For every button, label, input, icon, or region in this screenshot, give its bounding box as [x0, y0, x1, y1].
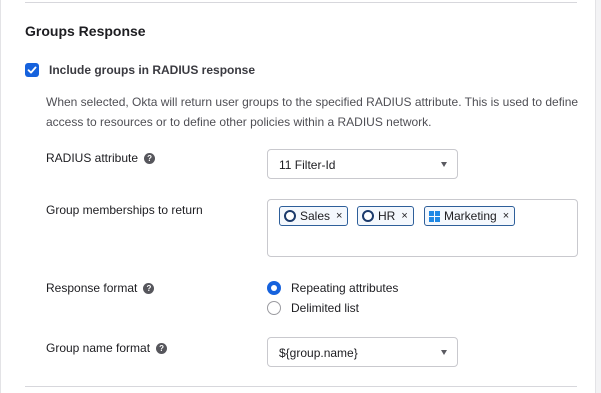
response-format-label: Response format — [46, 281, 138, 295]
group-chip-hr[interactable]: HR × — [357, 206, 414, 226]
top-divider — [25, 2, 577, 3]
okta-group-icon — [284, 210, 296, 222]
chevron-down-icon — [441, 162, 447, 167]
include-groups-help-text: When selected, Okta will return user gro… — [46, 95, 579, 129]
group-chip-label: Sales — [300, 209, 331, 223]
radio-repeating-attributes[interactable] — [267, 281, 281, 295]
group-name-format-label: Group name format — [46, 341, 151, 355]
radio-label-repeating-attributes[interactable]: Repeating attributes — [291, 281, 398, 295]
radio-label-delimited-list[interactable]: Delimited list — [291, 301, 359, 315]
info-icon[interactable]: ? — [156, 342, 168, 354]
info-icon[interactable]: ? — [143, 282, 155, 294]
group-chip-label: HR — [378, 209, 396, 223]
radio-delimited-list[interactable] — [267, 301, 281, 315]
radius-attribute-label: RADIUS attribute — [46, 151, 139, 165]
radius-attribute-select[interactable]: 11 Filter-Id — [267, 149, 458, 179]
checkmark-icon — [27, 66, 37, 74]
group-name-format-row-label: Group name format ? — [46, 341, 168, 355]
group-name-format-select[interactable]: ${group.name} — [267, 337, 458, 367]
include-groups-checkbox[interactable] — [25, 63, 39, 77]
info-icon[interactable]: ? — [144, 152, 156, 164]
group-memberships-label: Group memberships to return — [46, 203, 203, 217]
include-groups-label[interactable]: Include groups in RADIUS response — [49, 63, 255, 77]
groups-response-panel: Groups Response Include groups in RADIUS… — [0, 0, 596, 393]
section-title: Groups Response — [25, 23, 146, 39]
bottom-divider — [25, 386, 577, 387]
remove-chip-icon[interactable]: × — [336, 210, 342, 222]
remove-chip-icon[interactable]: × — [503, 210, 509, 222]
group-memberships-input[interactable]: Sales × HR × Marketing × — [267, 199, 578, 257]
radius-attribute-row-label: RADIUS attribute ? — [46, 151, 156, 165]
chevron-down-icon — [441, 350, 447, 355]
group-memberships-row-label: Group memberships to return — [46, 203, 203, 217]
remove-chip-icon[interactable]: × — [401, 210, 407, 222]
radius-attribute-value: 11 Filter-Id — [279, 158, 336, 172]
group-name-format-value: ${group.name} — [279, 346, 358, 360]
group-chip-marketing[interactable]: Marketing × — [424, 206, 516, 226]
okta-group-icon — [362, 210, 374, 222]
response-format-row-label: Response format ? — [46, 281, 155, 295]
group-chip-label: Marketing — [444, 209, 497, 223]
windows-icon — [429, 210, 440, 222]
group-chip-sales[interactable]: Sales × — [279, 206, 349, 226]
